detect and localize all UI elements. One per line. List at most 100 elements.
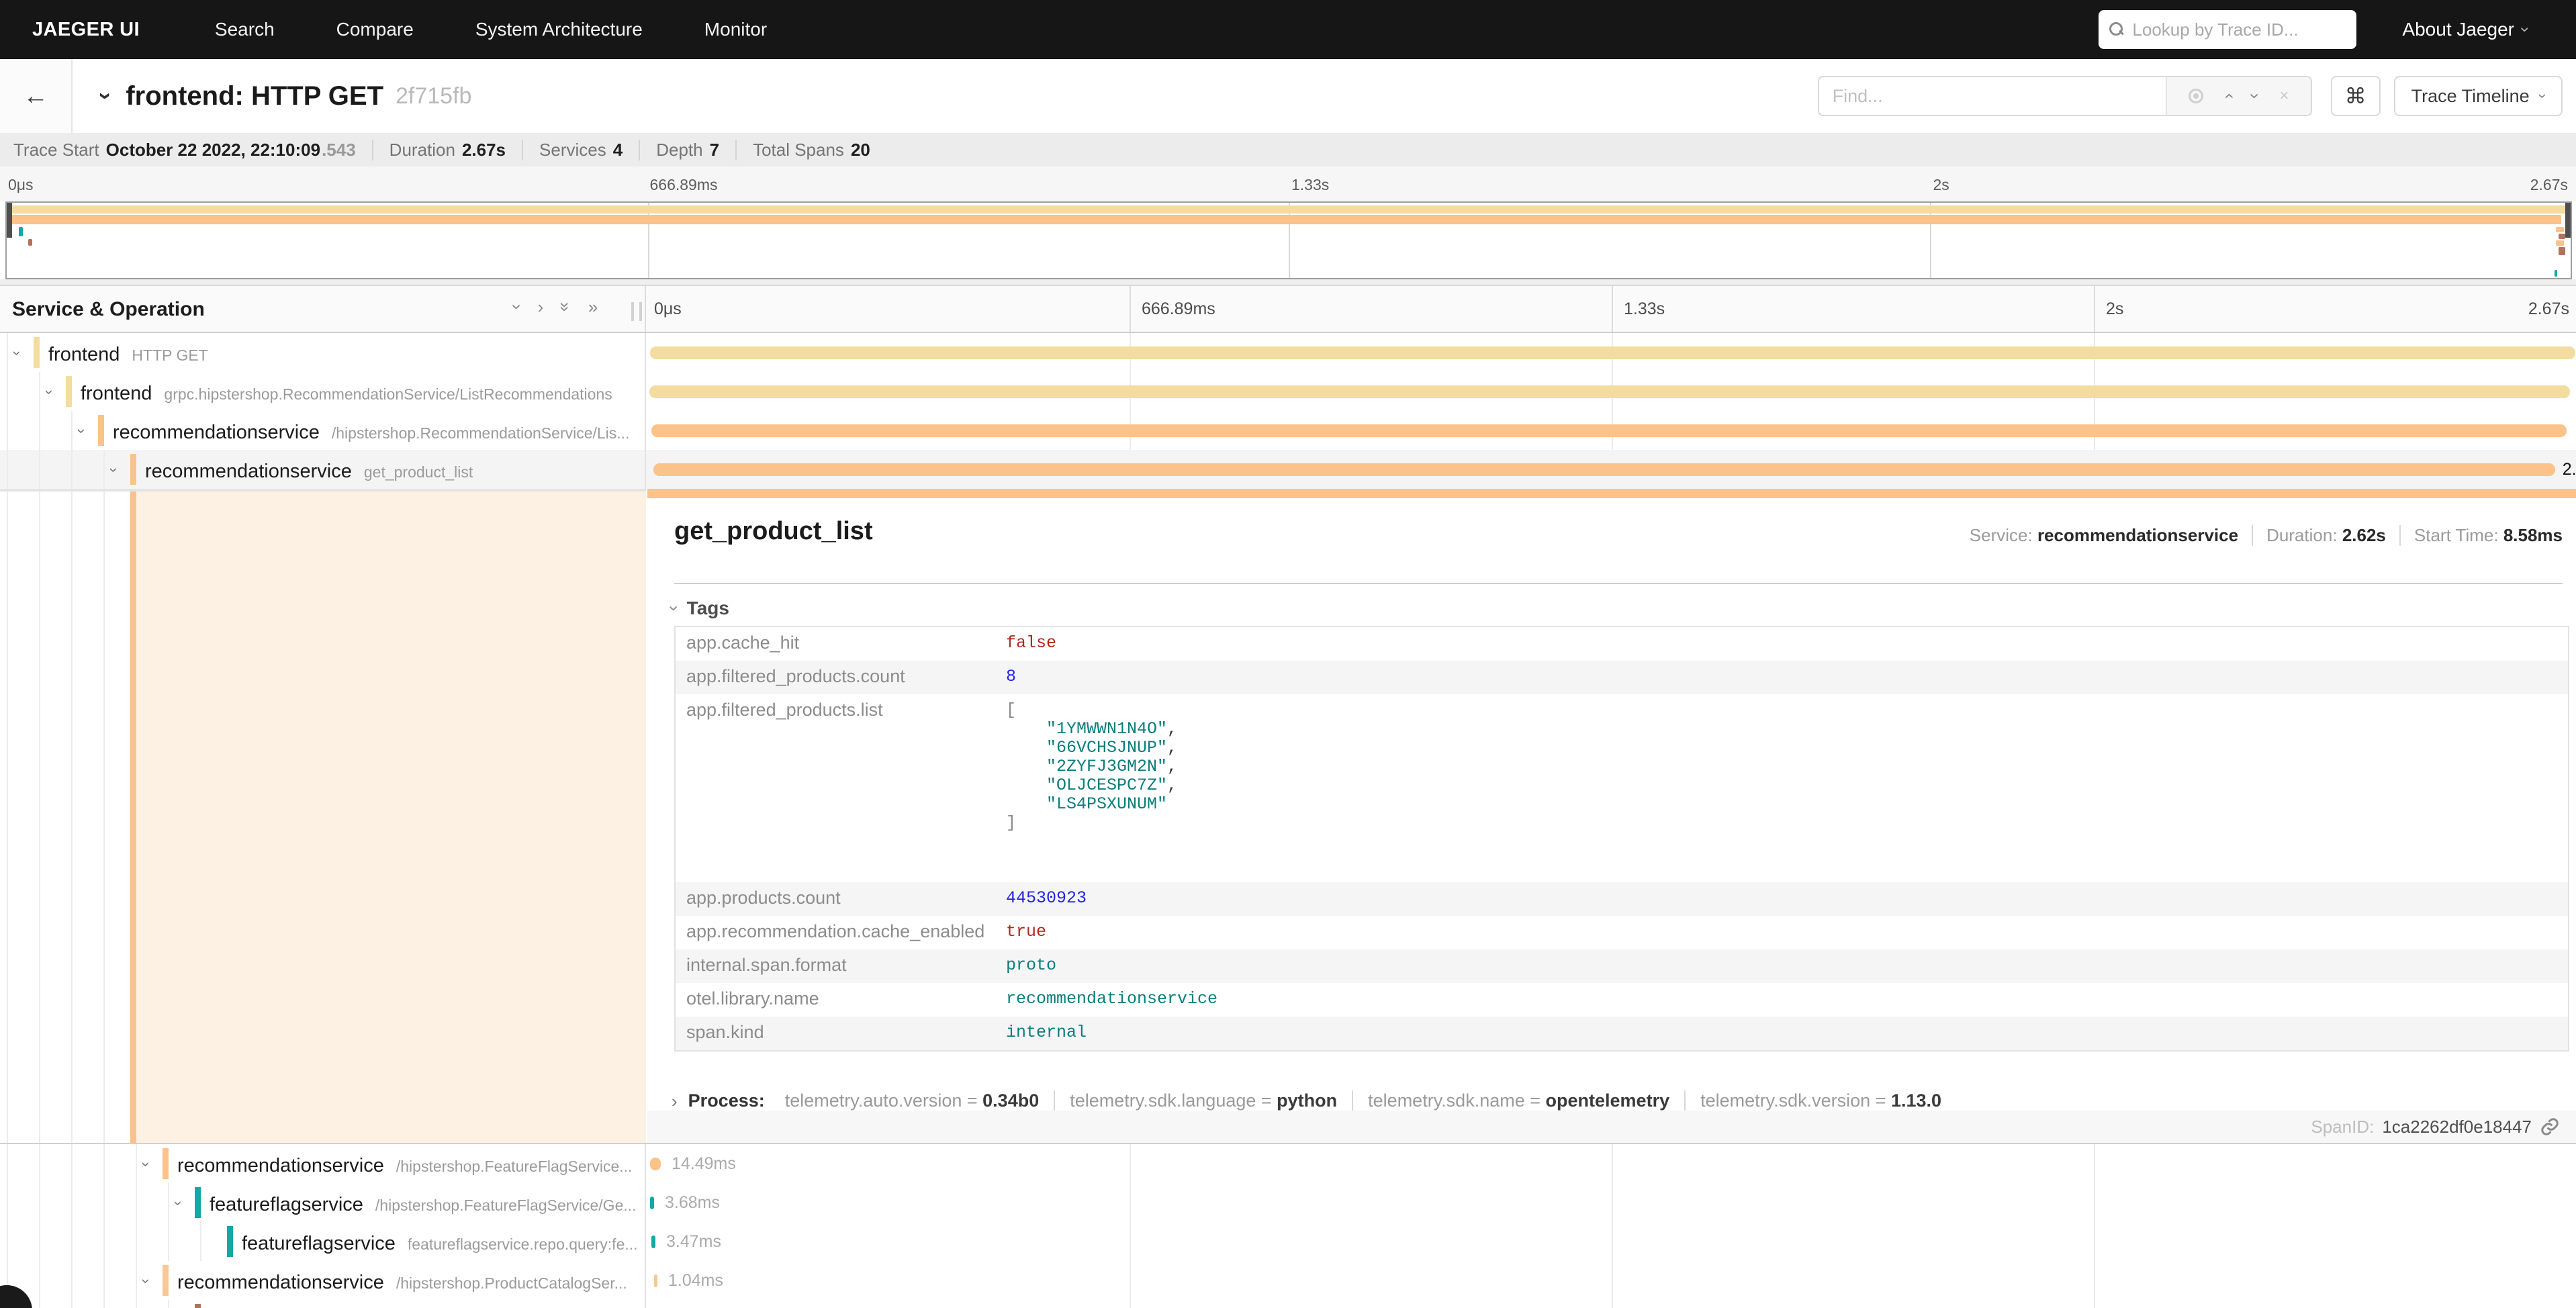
minimap-span-bar bbox=[28, 239, 32, 246]
divider bbox=[674, 583, 2563, 584]
span-row[interactable]: ›featureflagservice/hipstershop.FeatureF… bbox=[0, 1183, 2576, 1222]
link-icon[interactable] bbox=[2540, 1117, 2560, 1137]
span-collapse-chevron-icon[interactable]: › bbox=[73, 428, 91, 433]
span-collapse-chevron-icon[interactable]: › bbox=[105, 467, 123, 472]
service-color-accent bbox=[227, 1226, 233, 1257]
span-row-timeline-cell[interactable]: 14.49ms bbox=[647, 1144, 2576, 1183]
tick-label: 666.89ms bbox=[1142, 299, 1215, 319]
back-button[interactable]: ← bbox=[0, 59, 73, 133]
minimap-right-scrubber[interactable] bbox=[2565, 203, 2571, 238]
span-row-timeline-cell[interactable] bbox=[647, 372, 2576, 411]
collapse-one-icon[interactable]: › bbox=[508, 304, 526, 310]
service-color-accent bbox=[98, 415, 104, 446]
span-row-timeline-cell[interactable]: 1.04ms bbox=[647, 1261, 2576, 1300]
tag-row[interactable]: app.filtered_products.list["1YMWWN1N4O",… bbox=[676, 694, 2568, 882]
tag-row[interactable]: internal.span.formatproto bbox=[676, 949, 2568, 983]
tag-row[interactable]: app.cache_hitfalse bbox=[676, 627, 2568, 661]
minimap-span-bar bbox=[8, 205, 2568, 214]
nav-item-compare[interactable]: Compare bbox=[336, 19, 414, 40]
nav-right: Lookup by Trace ID... About Jaeger › bbox=[2099, 10, 2528, 49]
span-duration-bar[interactable] bbox=[650, 1197, 654, 1209]
span-duration-bar[interactable] bbox=[653, 463, 2555, 476]
span-row-timeline-cell[interactable] bbox=[647, 1300, 2576, 1308]
process-items: telemetry.auto.version = 0.34b0telemetry… bbox=[770, 1090, 1956, 1111]
span-collapse-chevron-icon[interactable]: › bbox=[41, 389, 58, 394]
span-duration-bar[interactable] bbox=[649, 385, 2571, 398]
service-color-accent bbox=[163, 1265, 169, 1296]
trace-lookup-placeholder: Lookup by Trace ID... bbox=[2132, 19, 2298, 40]
span-row[interactable]: featureflagservicefeatureflagservice.rep… bbox=[0, 1222, 2576, 1261]
trace-lookup-input[interactable]: Lookup by Trace ID... bbox=[2099, 10, 2356, 49]
minimap-span-bar bbox=[2559, 247, 2565, 255]
span-row[interactable]: ›recommendationservice/hipstershop.Produ… bbox=[0, 1261, 2576, 1300]
find-prev-icon[interactable]: › bbox=[2219, 93, 2236, 99]
app-brand[interactable]: JAEGER UI bbox=[32, 19, 140, 41]
locate-icon[interactable] bbox=[2189, 89, 2203, 103]
span-duration-bar[interactable] bbox=[651, 424, 2567, 437]
span-name: featureflagservicefeatureflagservice.rep… bbox=[242, 1230, 638, 1255]
find-clear-icon[interactable]: × bbox=[2279, 87, 2289, 105]
tag-row[interactable]: span.kindinternal bbox=[676, 1017, 2568, 1050]
collapse-trace-chevron-icon[interactable]: › bbox=[95, 92, 118, 99]
service-operation-header: Service & Operation › › » » bbox=[0, 286, 646, 332]
minimap-left-scrubber[interactable] bbox=[7, 203, 12, 238]
span-row-timeline-cell[interactable]: 3.68ms bbox=[647, 1183, 2576, 1222]
minimap-span-bar bbox=[2555, 270, 2557, 277]
find-bar: Find... › › × bbox=[1818, 76, 2312, 116]
keyboard-shortcuts-button[interactable]: ⌘ bbox=[2331, 76, 2381, 116]
span-duration-label: 2.62s bbox=[2563, 460, 2576, 479]
minimap-gridline bbox=[1930, 203, 1931, 278]
span-meta-item: Duration: 2.62s bbox=[2253, 525, 2401, 546]
span-meta-item: Service: recommendationservice bbox=[1956, 525, 2253, 546]
minimap-tick-label: 2.67s bbox=[2530, 176, 2568, 194]
span-row-timeline-cell[interactable] bbox=[647, 333, 2576, 372]
span-row[interactable]: ›recommendationservice/hipstershop.Recom… bbox=[0, 411, 2576, 450]
span-duration-bar[interactable] bbox=[654, 1274, 657, 1287]
process-tag: telemetry.sdk.language = python bbox=[1055, 1090, 1353, 1111]
span-row[interactable]: ›recommendationservice/hipstershop.Featu… bbox=[0, 1144, 2576, 1183]
trace-view-selector[interactable]: Trace Timeline › bbox=[2394, 76, 2563, 116]
find-input[interactable]: Find... bbox=[1818, 76, 2167, 116]
jaeger-trace-page: JAEGER UI Search Compare System Architectu… bbox=[0, 0, 2576, 1308]
tag-value: 8 bbox=[1006, 661, 1016, 692]
span-collapse-chevron-icon[interactable]: › bbox=[138, 1278, 155, 1283]
span-row[interactable]: ›frontendgrpc.hipstershop.Recommendation… bbox=[0, 372, 2576, 411]
expand-all-icon[interactable]: » bbox=[588, 298, 598, 316]
collapse-controls: › › » » bbox=[514, 298, 598, 316]
span-duration-bar[interactable] bbox=[651, 1235, 655, 1248]
span-row-name-cell: ›frontendgrpc.hipstershop.Recommendation… bbox=[0, 372, 646, 411]
span-row-timeline-cell[interactable]: 2.62s bbox=[647, 450, 2576, 489]
span-duration-bar[interactable] bbox=[650, 346, 2575, 359]
tags-section-header[interactable]: › Tags bbox=[672, 598, 729, 619]
trace-view-label: Trace Timeline bbox=[2411, 86, 2530, 107]
find-placeholder: Find... bbox=[1833, 86, 1883, 107]
tag-row[interactable]: app.products.count44530923 bbox=[676, 882, 2568, 916]
span-row-timeline-cell[interactable]: 3.47ms bbox=[647, 1222, 2576, 1261]
span-row[interactable]: ›recommendationserviceget_product_list2.… bbox=[0, 450, 2576, 489]
tags-table: app.cache_hitfalseapp.filtered_products.… bbox=[674, 626, 2569, 1052]
span-row[interactable] bbox=[0, 1300, 2576, 1308]
span-row-name-cell: ›featureflagservice/hipstershop.FeatureF… bbox=[0, 1183, 646, 1222]
tag-row[interactable]: otel.library.namerecommendationservice bbox=[676, 983, 2568, 1017]
span-duration-bar[interactable] bbox=[650, 1158, 661, 1170]
span-collapse-chevron-icon[interactable]: › bbox=[170, 1201, 187, 1205]
about-jaeger-menu[interactable]: About Jaeger › bbox=[2402, 19, 2528, 40]
span-collapse-chevron-icon[interactable]: › bbox=[9, 351, 26, 355]
find-next-icon[interactable]: › bbox=[2246, 93, 2264, 99]
process-section-header[interactable]: › Process: telemetry.auto.version = 0.34… bbox=[672, 1090, 1956, 1111]
nav-item-monitor[interactable]: Monitor bbox=[704, 19, 767, 40]
tag-value: proto bbox=[1006, 949, 1056, 980]
tag-row[interactable]: app.filtered_products.count8 bbox=[676, 661, 2568, 694]
service-color-accent bbox=[130, 454, 136, 485]
expand-one-icon[interactable]: › bbox=[538, 298, 544, 316]
tag-value: true bbox=[1006, 916, 1046, 947]
nav-item-search[interactable]: Search bbox=[215, 19, 275, 40]
nav-item-system-architecture[interactable]: System Architecture bbox=[475, 19, 643, 40]
collapse-all-icon[interactable]: » bbox=[557, 302, 575, 312]
span-collapse-chevron-icon[interactable]: › bbox=[138, 1162, 155, 1166]
span-row[interactable]: ›frontendHTTP GET bbox=[0, 333, 2576, 372]
minimap-canvas[interactable] bbox=[5, 201, 2572, 279]
span-row-timeline-cell[interactable] bbox=[647, 411, 2576, 450]
column-resizer[interactable] bbox=[631, 302, 642, 321]
tag-row[interactable]: app.recommendation.cache_enabledtrue bbox=[676, 916, 2568, 949]
